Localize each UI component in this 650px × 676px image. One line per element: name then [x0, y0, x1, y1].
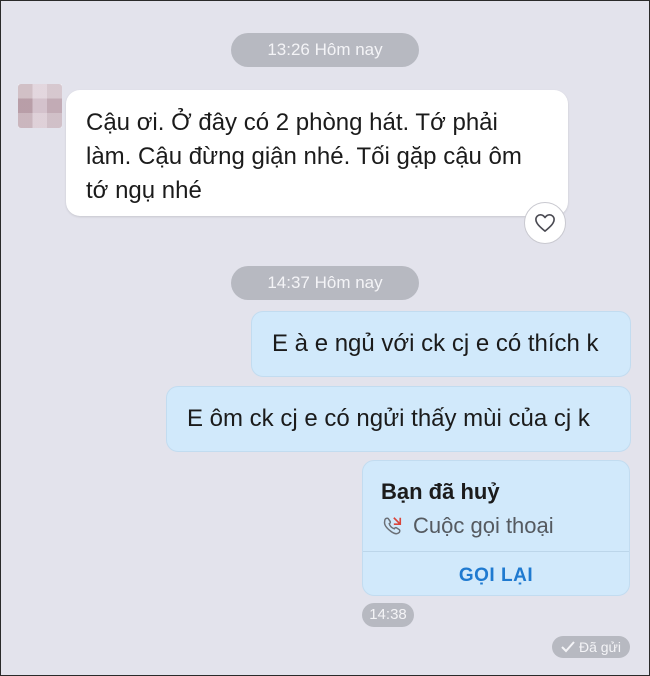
avatar[interactable] — [18, 84, 62, 128]
incoming-message-text: Cậu ơi. Ở đây có 2 phòng hát. Tớ phải là… — [86, 106, 546, 208]
outgoing-message-bubble[interactable]: E ôm ck cj e có ngửi thấy mùi của cj k — [166, 386, 631, 452]
divider — [363, 551, 629, 552]
sent-status-label: Đã gửi — [578, 639, 622, 655]
call-type: Cuộc gọi thoại — [381, 513, 554, 539]
outgoing-message-bubble[interactable]: E à e ngủ với ck cj e có thích k — [251, 311, 631, 377]
call-timestamp: 14:38 — [362, 603, 414, 627]
call-card: Bạn đã huỷ Cuộc gọi thoại GỌI LẠI — [362, 460, 630, 596]
incoming-message-line: Cậu ơi. Ở đây có 2 phòng hát. Tớ phải — [86, 109, 498, 136]
outgoing-message-text: E à e ngủ với ck cj e có thích k — [272, 330, 599, 357]
incoming-message-bubble[interactable]: Cậu ơi. Ở đây có 2 phòng hát. Tớ phải là… — [66, 90, 568, 216]
outgoing-message-text: E ôm ck cj e có ngửi thấy mùi của cj k — [187, 405, 590, 432]
call-back-button[interactable]: GỌI LẠI — [363, 565, 629, 587]
check-icon — [561, 641, 575, 653]
timestamp-pill: 13:26 Hôm nay — [231, 33, 419, 67]
incoming-message-line: tớ ngụ nhé — [86, 177, 202, 204]
incoming-message-line: làm. Cậu đừng giận nhé. Tối gặp cậu ôm — [86, 143, 522, 170]
missed-call-icon — [383, 517, 402, 535]
heart-icon — [535, 214, 555, 232]
call-status-title: Bạn đã huỷ — [381, 479, 500, 504]
call-type-label: Cuộc gọi thoại — [413, 513, 554, 538]
timestamp-pill: 14:37 Hôm nay — [231, 266, 419, 300]
reaction-button[interactable] — [524, 202, 566, 244]
sent-status-badge: Đã gửi — [552, 636, 630, 658]
